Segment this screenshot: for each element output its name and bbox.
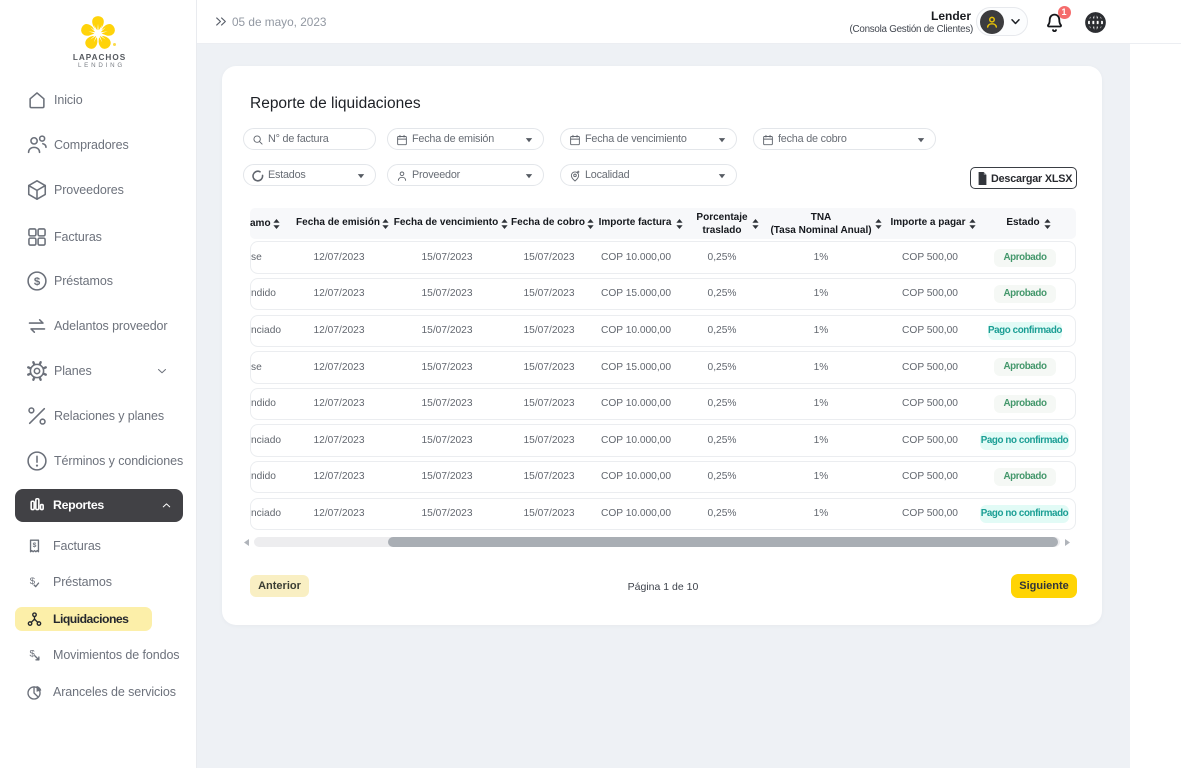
svg-text:$: $ [29, 649, 35, 660]
svg-text:$: $ [33, 542, 37, 549]
svg-text:$: $ [34, 276, 41, 288]
